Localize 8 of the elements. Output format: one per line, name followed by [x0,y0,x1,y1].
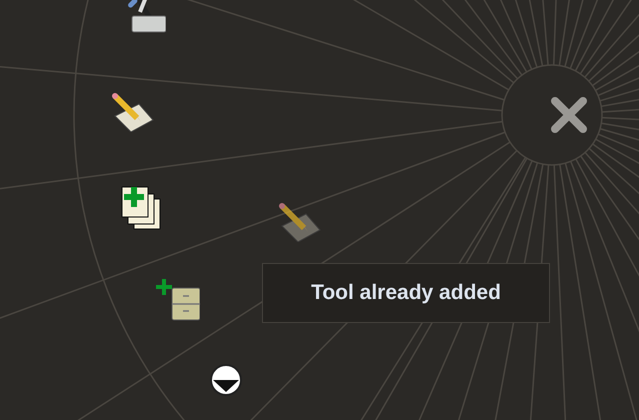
tooltip: Tool already added [262,263,550,323]
close-icon[interactable] [549,95,589,135]
add-pages-icon[interactable] [120,185,162,231]
close-button[interactable] [501,64,603,166]
scroll-down-icon[interactable] [209,363,243,397]
pencil-note-icon[interactable] [111,92,155,132]
add-cabinet-icon[interactable] [156,278,200,322]
pencil-note-icon[interactable] [278,202,322,242]
